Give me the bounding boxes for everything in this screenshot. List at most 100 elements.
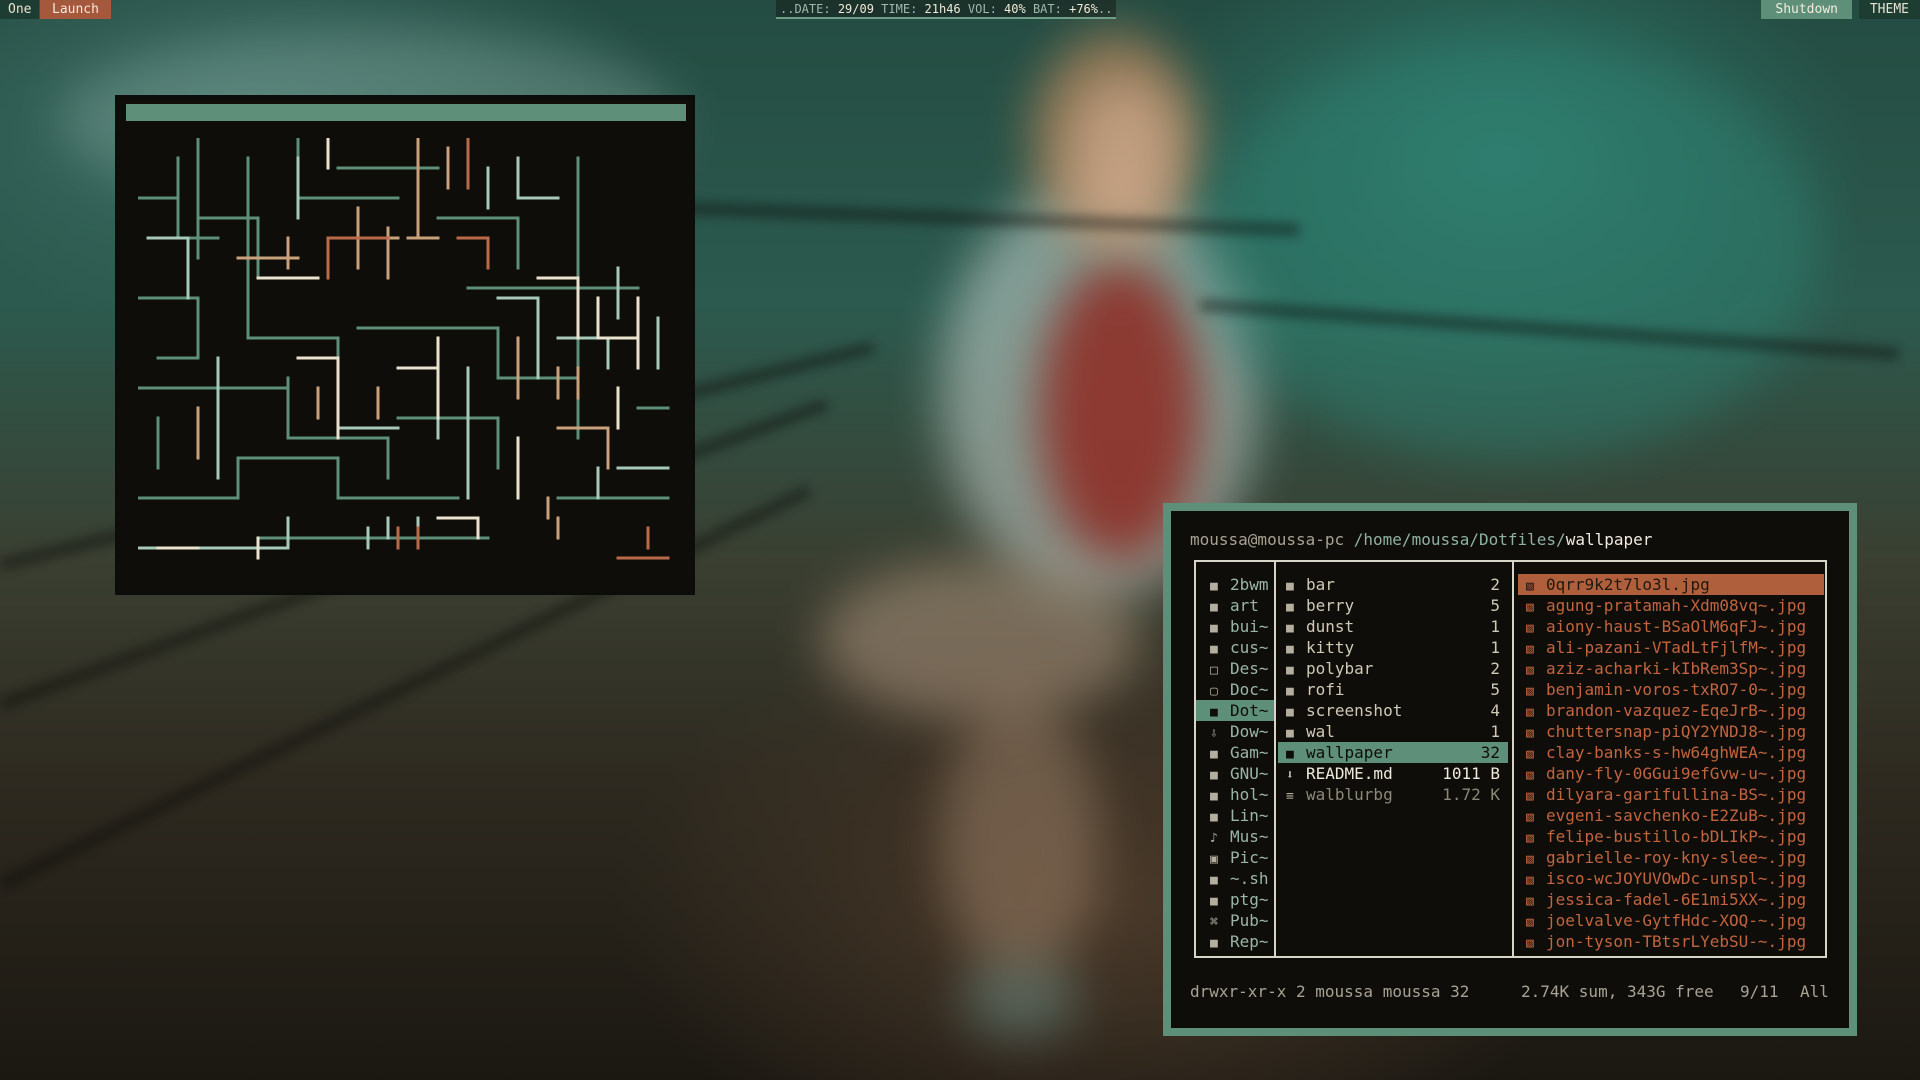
volume-value[interactable]: 40% xyxy=(1004,2,1026,16)
file-entry[interactable]: ▧ isco-wcJOYUVOwDc-unspl~.jpg xyxy=(1518,868,1824,889)
time-label: TIME: xyxy=(881,2,918,16)
text-file-icon: ≡ xyxy=(1286,789,1294,804)
folder-icon: ■ xyxy=(1210,768,1218,783)
entry-name: Pub~ xyxy=(1230,911,1269,930)
image-icon: ▧ xyxy=(1526,726,1534,741)
entry-name: polybar xyxy=(1306,659,1374,678)
shutdown-button[interactable]: Shutdown xyxy=(1761,0,1852,19)
file-entry[interactable]: ▧ jessica-fadel-6E1mi5XX~.jpg xyxy=(1518,889,1824,910)
folder-icon: ■ xyxy=(1286,726,1294,741)
entry-name: clay-banks-s-hw64ghWEA~.jpg xyxy=(1546,743,1807,762)
entry-name: wallpaper xyxy=(1306,743,1393,762)
file-entry[interactable]: ■ rofi 5 xyxy=(1278,679,1508,700)
entry-name: jon-tyson-TBtsrLYebSU-~.jpg xyxy=(1546,932,1807,951)
folder-icon: ■ xyxy=(1210,600,1218,615)
entry-name: rofi xyxy=(1306,680,1345,699)
file-entry[interactable]: ▧ joelvalve-GytfHdc-XOQ-~.jpg xyxy=(1518,910,1824,931)
scroll-indicator: All xyxy=(1800,982,1829,1001)
file-entry[interactable]: ▧ clay-banks-s-hw64ghWEA~.jpg xyxy=(1518,742,1824,763)
file-entry[interactable]: ■ cus~ xyxy=(1196,637,1274,658)
file-entry[interactable]: ■ ptg~ xyxy=(1196,889,1274,910)
entry-name: berry xyxy=(1306,596,1355,615)
file-entry[interactable]: ▧ jon-tyson-TBtsrLYebSU-~.jpg xyxy=(1518,931,1824,952)
folder-icon: ■ xyxy=(1210,642,1218,657)
file-entry[interactable]: ▧ benjamin-voros-txRO7-0~.jpg xyxy=(1518,679,1824,700)
file-entry[interactable]: ▧ felipe-bustillo-bDLIkP~.jpg xyxy=(1518,826,1824,847)
file-entry[interactable]: ▧ brandon-vazquez-EqeJrB~.jpg xyxy=(1518,700,1824,721)
entry-name: screenshot xyxy=(1306,701,1403,720)
status-suffix: .. xyxy=(1098,2,1113,16)
folder-icon: ■ xyxy=(1286,642,1294,657)
file-entry[interactable]: □ Des~ xyxy=(1196,658,1274,679)
file-entry[interactable]: ■ art xyxy=(1196,595,1274,616)
image-icon: ▧ xyxy=(1526,621,1534,636)
file-entry[interactable]: ▧ gabrielle-roy-kny-slee~.jpg xyxy=(1518,847,1824,868)
file-entry[interactable]: ♪ Mus~ xyxy=(1196,826,1274,847)
file-entry[interactable]: ▧ dany-fly-0GGui9efGvw-u~.jpg xyxy=(1518,763,1824,784)
file-entry[interactable]: ■ ~.sh xyxy=(1196,868,1274,889)
file-entry[interactable]: ▢ Doc~ xyxy=(1196,679,1274,700)
selected-entry[interactable]: ■ Dot~ xyxy=(1196,700,1274,721)
file-entry[interactable]: ■ bui~ xyxy=(1196,616,1274,637)
file-entry[interactable]: ■ 2bwm xyxy=(1196,574,1274,595)
file-entry[interactable]: ⌘ Pub~ xyxy=(1196,910,1274,931)
file-entry[interactable]: ■ wal 1 xyxy=(1278,721,1508,742)
file-entry[interactable]: ▣ Pic~ xyxy=(1196,847,1274,868)
selected-entry[interactable]: ■ wallpaper 32 xyxy=(1278,742,1508,763)
column-divider xyxy=(1512,562,1514,956)
entry-name: joelvalve-GytfHdc-XOQ-~.jpg xyxy=(1546,911,1807,930)
ranger-terminal[interactable]: moussa@moussa-pc /home/moussa/Dotfiles/w… xyxy=(1171,511,1849,1028)
top-bar: One Launch ..DATE: 29/09 TIME: 21h46 VOL… xyxy=(0,0,1920,19)
file-entry[interactable]: ▧ aiony-haust-BSaOlM6qFJ~.jpg xyxy=(1518,616,1824,637)
file-entry[interactable]: ■ Lin~ xyxy=(1196,805,1274,826)
image-icon: ▧ xyxy=(1526,747,1534,762)
file-entry[interactable]: ■ Gam~ xyxy=(1196,742,1274,763)
public-icon: ⌘ xyxy=(1210,915,1218,930)
file-entry[interactable]: ■ GNU~ xyxy=(1196,763,1274,784)
markdown-icon: ⬇ xyxy=(1286,768,1294,783)
file-entry[interactable]: ■ polybar 2 xyxy=(1278,658,1508,679)
file-entry[interactable]: ■ screenshot 4 xyxy=(1278,700,1508,721)
disk-summary: 2.74K sum, 343G free xyxy=(1521,982,1714,1001)
folder-icon: ■ xyxy=(1210,579,1218,594)
entry-count: 1 xyxy=(1490,638,1500,657)
entry-name: aiony-haust-BSaOlM6qFJ~.jpg xyxy=(1546,617,1807,636)
entry-name: agung-pratamah-Xdm08vq~.jpg xyxy=(1546,596,1807,615)
file-entry[interactable]: ▧ chuttersnap-piQY2YNDJ8~.jpg xyxy=(1518,721,1824,742)
file-entry[interactable]: ⇩ Dow~ xyxy=(1196,721,1274,742)
entry-name: gabrielle-roy-kny-slee~.jpg xyxy=(1546,848,1807,867)
pipes-terminal-window[interactable] xyxy=(115,95,695,595)
file-entry[interactable]: ■ berry 5 xyxy=(1278,595,1508,616)
time-value: 21h46 xyxy=(924,2,961,16)
file-entry[interactable]: ▧ ali-pazani-VTadLtFjlfM~.jpg xyxy=(1518,637,1824,658)
image-icon: ▧ xyxy=(1526,915,1534,930)
file-entry[interactable]: ▧ aziz-acharki-kIbRem3Sp~.jpg xyxy=(1518,658,1824,679)
entry-count: 5 xyxy=(1490,596,1500,615)
file-entry[interactable]: ▧ evgeni-savchenko-E2ZuB~.jpg xyxy=(1518,805,1824,826)
selected-entry[interactable]: ▧ 0qrr9k2t7lo3l.jpg xyxy=(1518,574,1824,595)
file-entry[interactable]: ⬇ README.md 1011 B xyxy=(1278,763,1508,784)
file-entry[interactable]: ≡ walblurbg 1.72 K xyxy=(1278,784,1508,805)
parent-directory-column: ■ 2bwm ■ art ■ bui~ ■ cus~ □ Des~ ▢ Doc~ ■ Dot~ ⇩ Dow~ ■… xyxy=(1196,574,1274,952)
entry-name: Pic~ xyxy=(1230,848,1269,867)
workspace-one-button[interactable]: One xyxy=(0,0,40,19)
launch-button[interactable]: Launch xyxy=(40,0,111,19)
file-entry[interactable]: ■ dunst 1 xyxy=(1278,616,1508,637)
folder-icon: ■ xyxy=(1286,579,1294,594)
entry-name: benjamin-voros-txRO7-0~.jpg xyxy=(1546,680,1807,699)
file-entry[interactable]: ▧ agung-pratamah-Xdm08vq~.jpg xyxy=(1518,595,1824,616)
user-host: moussa@moussa-pc xyxy=(1190,530,1345,549)
music-icon: ♪ xyxy=(1210,831,1218,846)
window-titlebar[interactable] xyxy=(126,104,686,121)
file-entry[interactable]: ■ bar 2 xyxy=(1278,574,1508,595)
theme-button[interactable]: THEME xyxy=(1858,0,1920,19)
file-entry[interactable]: ■ Rep~ xyxy=(1196,931,1274,952)
column-divider xyxy=(1274,562,1276,956)
date-label: DATE: xyxy=(794,2,831,16)
file-entry[interactable]: ■ hol~ xyxy=(1196,784,1274,805)
image-icon: ▧ xyxy=(1526,894,1534,909)
link-count: 2 xyxy=(1295,982,1306,1001)
file-entry[interactable]: ▧ dilyara-garifullina-BS~.jpg xyxy=(1518,784,1824,805)
file-manager-window[interactable]: moussa@moussa-pc /home/moussa/Dotfiles/w… xyxy=(1163,503,1857,1036)
file-entry[interactable]: ■ kitty 1 xyxy=(1278,637,1508,658)
